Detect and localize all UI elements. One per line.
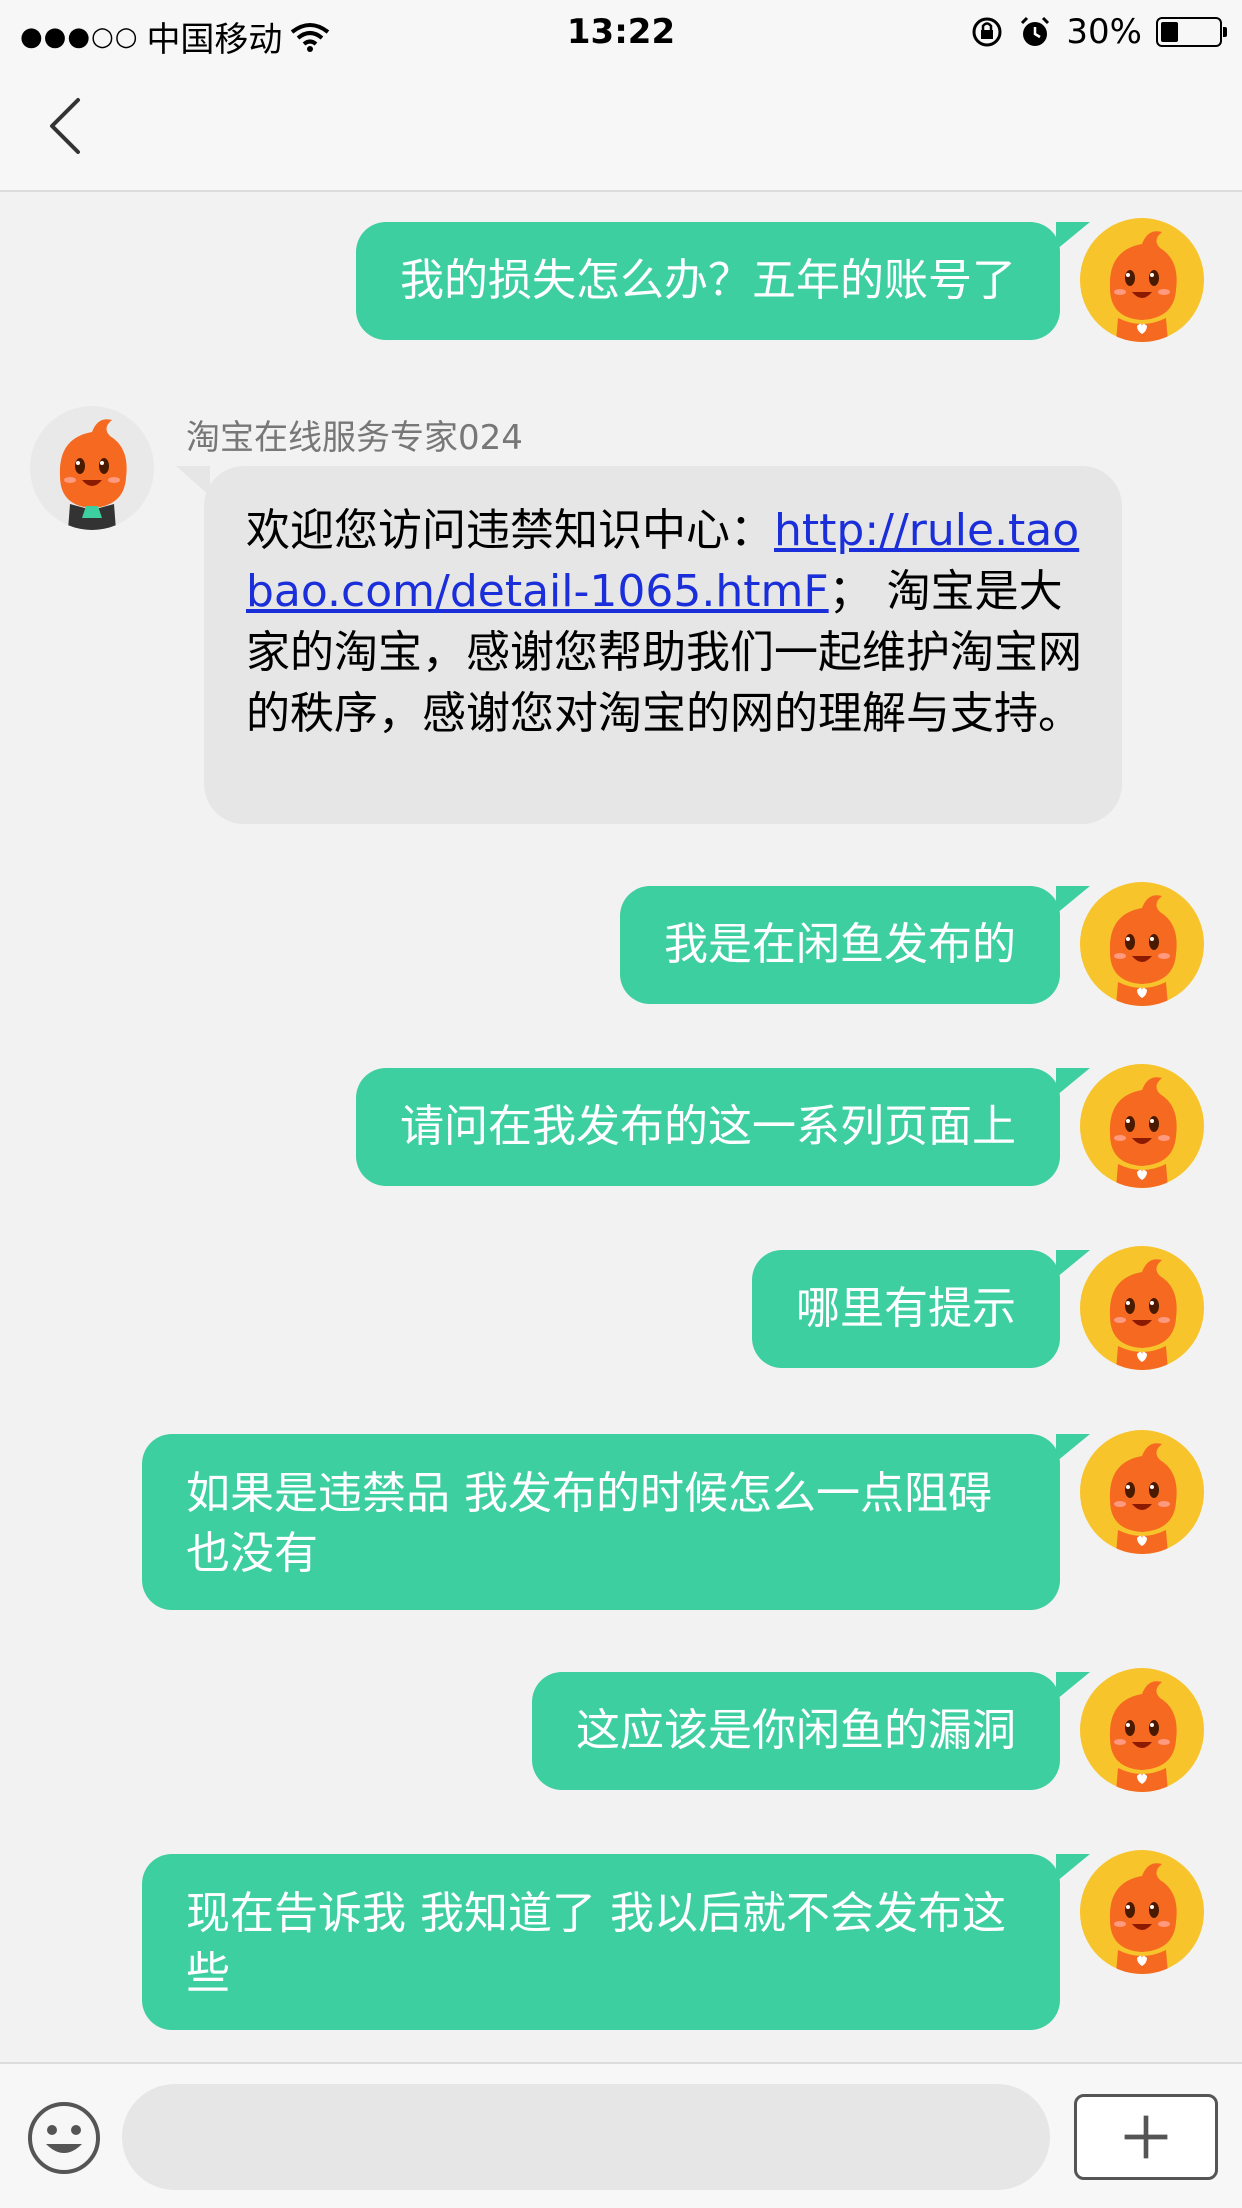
message-text: 现在告诉我 我知道了 我以后就不会发布这些 (186, 1888, 1006, 1999)
user-avatar[interactable] (1080, 1064, 1204, 1188)
message-text: 我是在闲鱼发布的 (664, 919, 1016, 970)
message-text: 这应该是你闲鱼的漏洞 (576, 1705, 1016, 1756)
input-bar (0, 2062, 1242, 2208)
battery-percent: 30% (1066, 12, 1142, 52)
agent-avatar[interactable] (30, 406, 154, 530)
user-avatar[interactable] (1080, 882, 1204, 1006)
outgoing-message[interactable]: 哪里有提示 (752, 1250, 1090, 1368)
sender-name: 淘宝在线服务专家024 (186, 418, 523, 458)
user-avatar[interactable] (1080, 218, 1204, 342)
status-bar: ●●●○○ 中国移动 13:22 30% (0, 0, 1242, 60)
user-avatar[interactable] (1080, 1668, 1204, 1792)
battery-icon (1156, 17, 1227, 47)
message-text: 请问在我发布的这一系列页面上 (400, 1101, 1016, 1152)
user-avatar[interactable] (1080, 1430, 1204, 1554)
outgoing-message[interactable]: 我的损失怎么办？五年的账号了 (356, 222, 1090, 340)
outgoing-message[interactable]: 我是在闲鱼发布的 (620, 886, 1090, 1004)
emoji-button[interactable] (26, 2100, 102, 2176)
message-text: 欢迎您访问违禁知识中心： (246, 505, 774, 556)
outgoing-message[interactable]: 请问在我发布的这一系列页面上 (356, 1068, 1090, 1186)
more-options-button[interactable] (1074, 2094, 1218, 2180)
message-input[interactable] (122, 2084, 1050, 2190)
alarm-icon (1021, 16, 1050, 46)
status-right: 30% (970, 12, 1227, 52)
battery-level (1161, 22, 1178, 42)
incoming-message: 欢迎您访问违禁知识中心：http://rule.taobao.com/detai… (176, 466, 1122, 824)
orientation-lock-icon (972, 17, 1002, 47)
outgoing-message[interactable]: 如果是违禁品 我发布的时候怎么一点阻碍也没有 (142, 1434, 1090, 1610)
back-button[interactable] (36, 86, 116, 166)
outgoing-message[interactable]: 这应该是你闲鱼的漏洞 (532, 1672, 1090, 1790)
message-text: 如果是违禁品 我发布的时候怎么一点阻碍也没有 (186, 1468, 992, 1579)
outgoing-message[interactable]: 现在告诉我 我知道了 我以后就不会发布这些 (142, 1854, 1090, 2030)
message-text: 哪里有提示 (796, 1283, 1016, 1334)
user-avatar[interactable] (1080, 1850, 1204, 1974)
user-avatar[interactable] (1080, 1246, 1204, 1370)
chat-area: 我的损失怎么办？五年的账号了 淘宝在线服务专家024 欢迎您访问违禁知识中心：h… (0, 192, 1242, 2062)
nav-bar (0, 60, 1242, 192)
message-text: 我的损失怎么办？五年的账号了 (400, 255, 1016, 306)
